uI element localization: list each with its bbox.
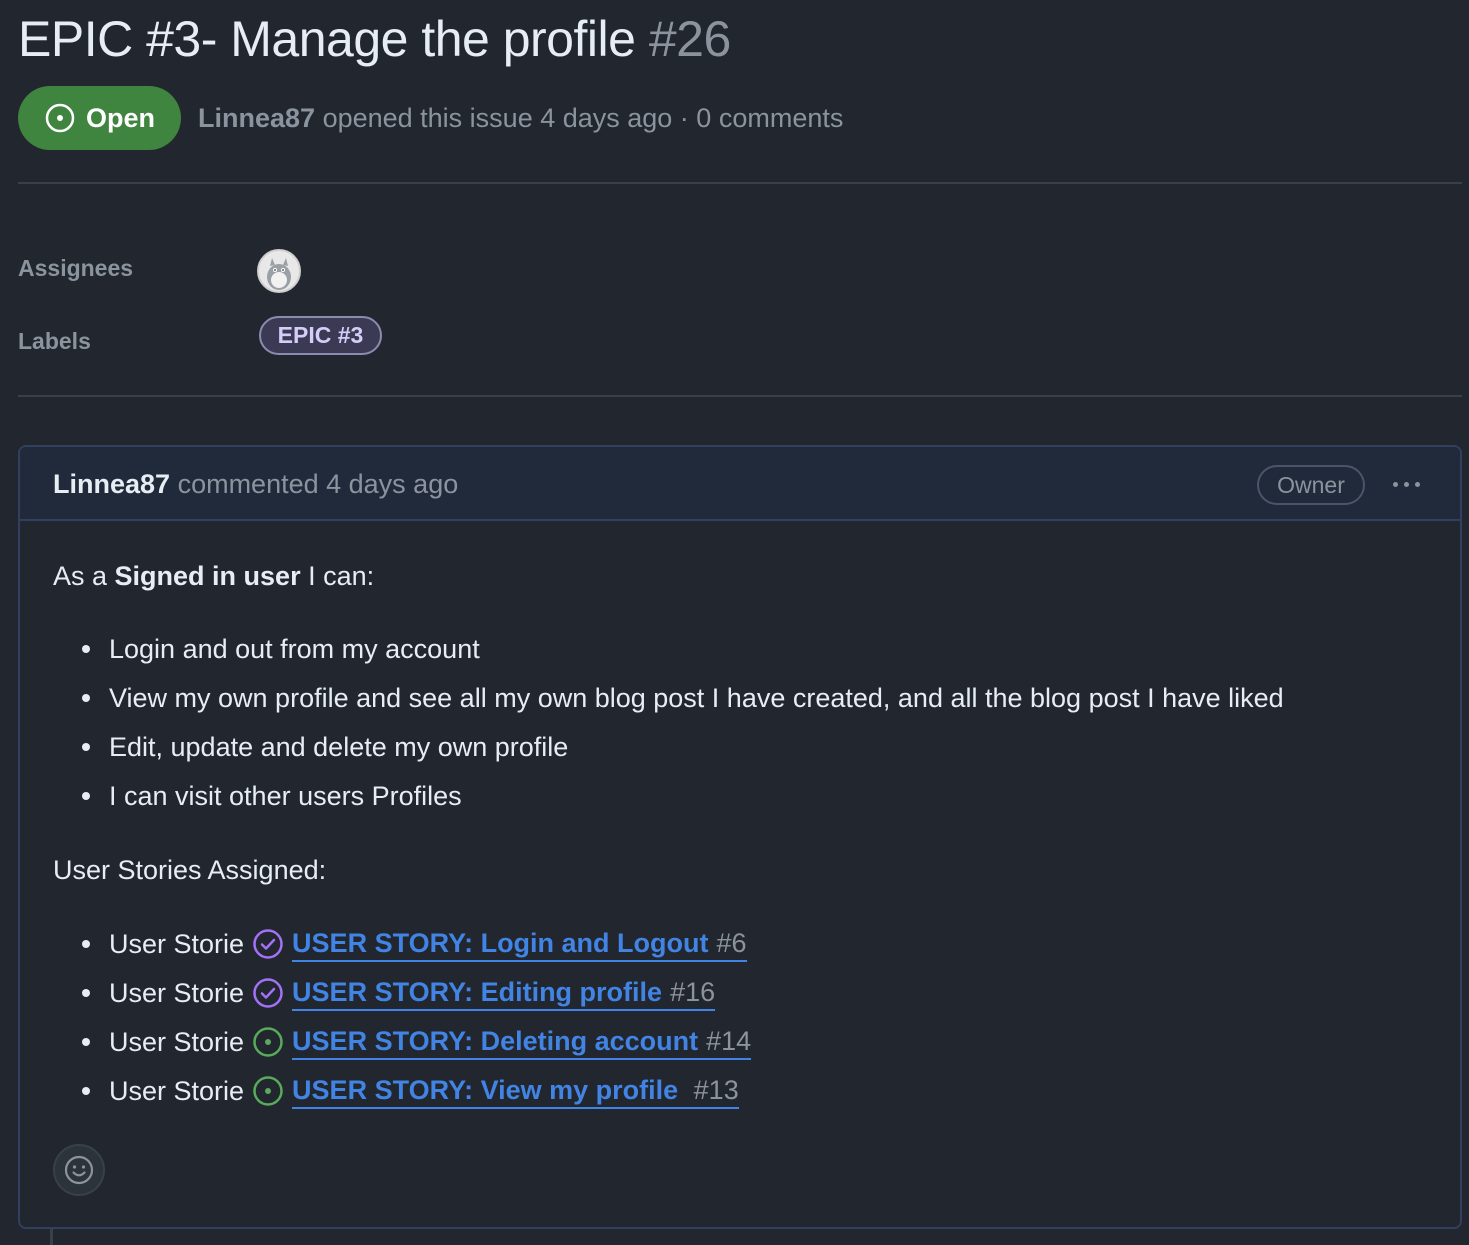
assignee-avatar[interactable]	[257, 249, 301, 293]
smiley-icon	[64, 1155, 94, 1185]
story-item: User Storie USER STORY: View my profile …	[82, 1072, 739, 1110]
issue-state-label: Open	[85, 102, 155, 133]
story-link-title[interactable]: USER STORY: View my profile	[292, 1073, 686, 1107]
story-link[interactable]: USER STORY: Deleting account #14	[292, 1024, 752, 1060]
issue-number: #26	[648, 11, 731, 67]
issue-title: EPIC #3- Manage the profile #26	[18, 8, 731, 70]
issue-meta-text: opened this issue 4 days ago · 0 comment…	[322, 103, 844, 133]
list-item-text: I can visit other users Profiles	[109, 781, 462, 811]
comment-byline: Linnea87 commented 4 days ago	[53, 465, 458, 503]
story-prefix: User Storie	[109, 978, 245, 1008]
issue-state-badge: Open	[18, 86, 181, 150]
issue-author-link[interactable]: Linnea87	[198, 103, 315, 133]
list-item: I can visit other users Profiles	[82, 777, 462, 815]
story-prefix: User Storie	[109, 929, 245, 959]
story-item: User Storie USER STORY: Login and Logout…	[82, 925, 747, 963]
comment-author-link[interactable]: Linnea87	[53, 469, 170, 499]
story-link-title[interactable]: USER STORY: Editing profile	[292, 975, 662, 1009]
closed-check-icon	[253, 929, 283, 959]
story-prefix: User Storie	[109, 1076, 245, 1106]
comment-card: Linnea87 commented 4 days ago Owner As a…	[18, 445, 1462, 1229]
list-item: View my own profile and see all my own b…	[82, 679, 1284, 717]
list-item-text: Edit, update and delete my own profile	[109, 732, 569, 762]
issue-open-icon	[45, 103, 75, 133]
story-link[interactable]: USER STORY: View my profile #13	[292, 1073, 739, 1109]
timeline-line	[50, 1229, 53, 1245]
stories-heading: User Stories Assigned:	[53, 855, 327, 885]
open-issue-icon	[253, 1027, 283, 1057]
open-issue-icon	[253, 1076, 283, 1106]
comment-timestamp[interactable]: commented 4 days ago	[178, 469, 459, 499]
sidebar-divider	[18, 395, 1462, 397]
header-divider	[18, 182, 1462, 184]
story-item: User Storie USER STORY: Deleting account…	[82, 1023, 752, 1061]
labels-heading: Labels	[18, 328, 91, 354]
story-prefix: User Storie	[109, 1027, 245, 1057]
list-item: Login and out from my account	[82, 630, 480, 668]
issue-title-text: EPIC #3- Manage the profile	[18, 11, 636, 67]
issue-meta: Linnea87 opened this issue 4 days ago · …	[198, 99, 843, 137]
story-link-number[interactable]: #14	[706, 1024, 751, 1058]
intro-text-bold: Signed in user	[114, 561, 301, 591]
story-link[interactable]: USER STORY: Editing profile #16	[292, 975, 716, 1011]
intro-text-pre: As a	[53, 561, 108, 591]
story-link-number[interactable]: #6	[717, 926, 747, 960]
story-link-title[interactable]: USER STORY: Deleting account	[292, 1024, 698, 1058]
list-item-text: View my own profile and see all my own b…	[109, 683, 1284, 713]
story-item: User Storie USER STORY: Editing profile …	[82, 974, 716, 1012]
story-link-number[interactable]: #16	[670, 975, 715, 1009]
comment-intro: As a Signed in user I can:	[53, 557, 374, 595]
add-reaction-button[interactable]	[53, 1144, 105, 1196]
owner-badge: Owner	[1257, 465, 1365, 505]
assignees-heading: Assignees	[18, 255, 134, 281]
story-link[interactable]: USER STORY: Login and Logout #6	[292, 926, 747, 962]
label-epic-3[interactable]: EPIC #3	[259, 316, 382, 355]
story-link-title[interactable]: USER STORY: Login and Logout	[292, 926, 708, 960]
intro-text-post: I can:	[308, 561, 375, 591]
closed-check-icon	[253, 978, 283, 1008]
story-link-number[interactable]: #13	[694, 1073, 739, 1107]
list-item: Edit, update and delete my own profile	[82, 728, 568, 766]
list-item-text: Login and out from my account	[109, 634, 480, 664]
issue-page: EPIC #3- Manage the profile #26 Open Lin…	[0, 0, 1469, 1245]
comment-header: Linnea87 commented 4 days ago Owner	[20, 447, 1460, 521]
kebab-menu-icon[interactable]	[1386, 467, 1426, 501]
